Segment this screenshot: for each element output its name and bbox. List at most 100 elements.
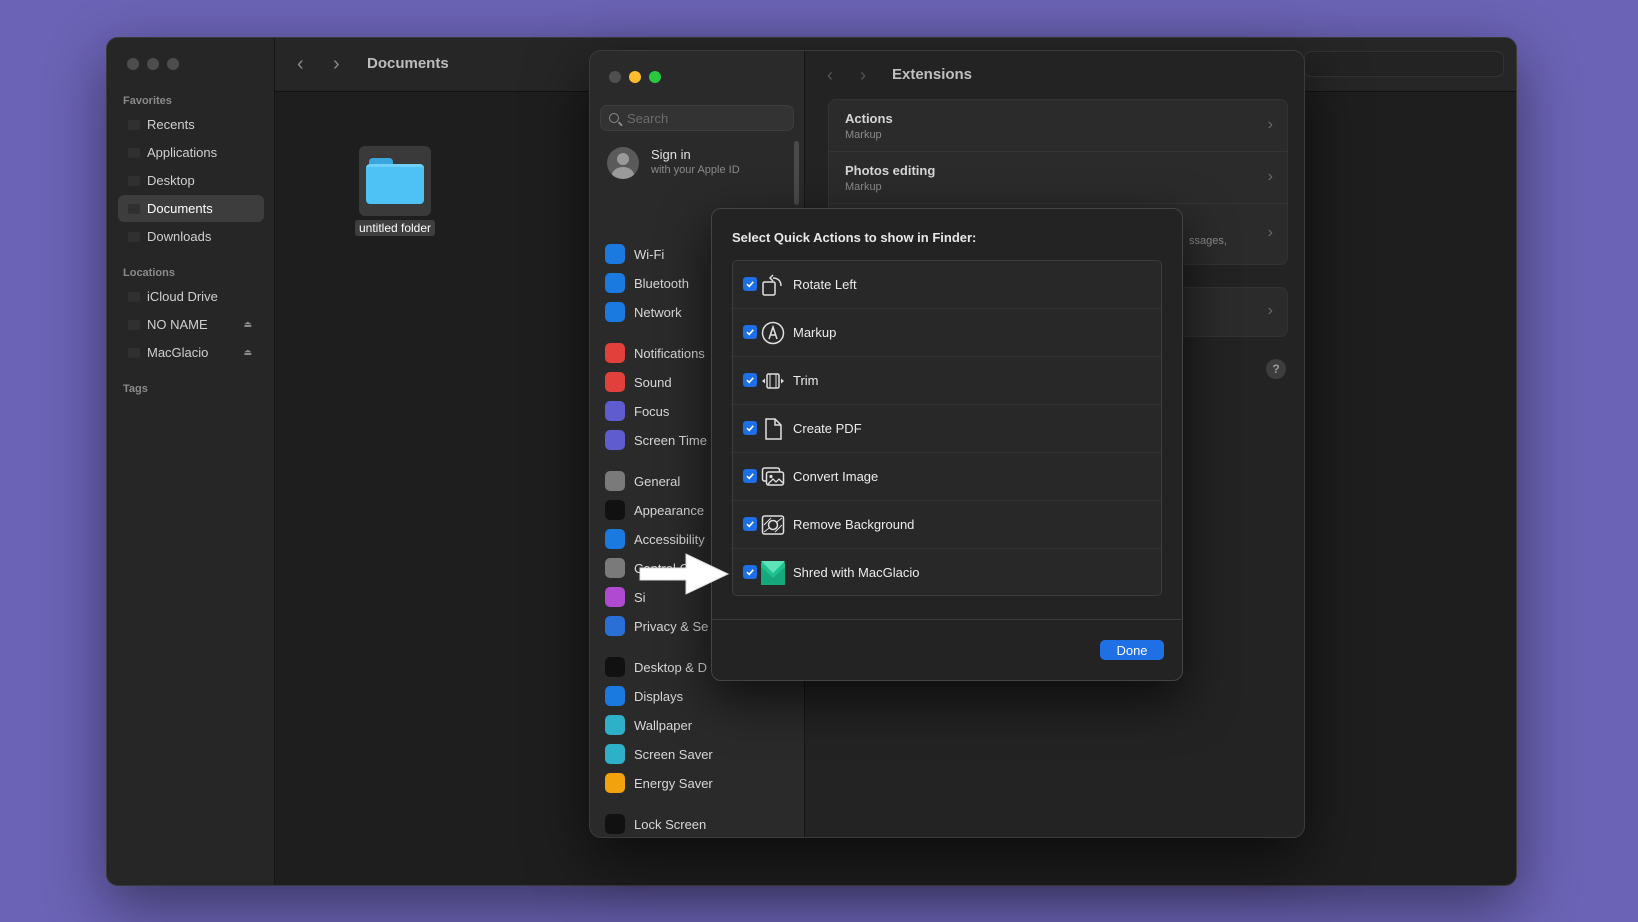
rotate-left-checkbox[interactable] — [743, 277, 757, 291]
finder-sidebar: Favorites Recents Applications Desktop D… — [107, 38, 275, 885]
applications-icon — [128, 147, 140, 158]
minimize-button[interactable] — [147, 58, 159, 70]
folder-item[interactable]: untitled folder — [351, 146, 439, 237]
signin-subtitle: with your Apple ID — [651, 164, 740, 176]
settings-search-field[interactable]: Search — [600, 105, 794, 131]
sidebar-item-screen-saver[interactable]: Screen Saver — [605, 743, 713, 765]
chevron-right-icon: › — [1267, 302, 1273, 319]
window-title: Documents — [367, 55, 449, 72]
sidebar-item-screen-time[interactable]: Screen Time — [605, 429, 707, 451]
desktop-icon — [128, 175, 140, 186]
sidebar-item-no-name[interactable]: NO NAME ⏏ — [118, 311, 264, 338]
eject-icon[interactable]: ⏏ — [243, 347, 252, 358]
trim-icon — [762, 373, 784, 389]
settings-icon — [605, 814, 625, 834]
sidebar-item-focus[interactable]: Focus — [605, 400, 669, 422]
settings-icon — [605, 715, 625, 735]
pointer-arrow-icon — [639, 553, 730, 595]
convert-image-checkbox[interactable] — [743, 469, 757, 483]
drive-icon — [128, 319, 140, 330]
sidebar-item-label: Desktop & D — [634, 659, 707, 675]
finder-search-field[interactable] — [1304, 51, 1504, 77]
sidebar-item-recents[interactable]: Recents — [118, 111, 264, 138]
remove-background-checkbox[interactable] — [743, 517, 757, 531]
sidebar-item-macglacio[interactable]: MacGlacio ⏏ — [118, 339, 264, 366]
document-icon — [128, 203, 140, 214]
rotate-left-icon — [762, 274, 782, 296]
forward-arrow-icon[interactable]: › — [860, 65, 866, 86]
sidebar-section-tags: Tags — [123, 383, 148, 395]
markup-checkbox[interactable] — [743, 325, 757, 339]
clock-icon — [128, 119, 140, 130]
sidebar-item-lock-screen[interactable]: Lock Screen — [605, 813, 706, 835]
list-item: Rotate Left — [733, 261, 1161, 309]
sidebar-item-notifications[interactable]: Notifications — [605, 342, 705, 364]
search-placeholder: Search — [627, 110, 669, 126]
markup-label: Markup — [793, 325, 837, 340]
forward-arrow-icon[interactable]: › — [333, 53, 340, 76]
sidebar-item-general[interactable]: General — [605, 470, 680, 492]
settings-icon — [605, 616, 625, 636]
shred-with-macglacio-label: Shred with MacGlacio — [793, 565, 920, 580]
close-button[interactable] — [127, 58, 139, 70]
sidebar-item-privacy-se[interactable]: Privacy & Se — [605, 615, 708, 637]
extension-row-photos-editing[interactable]: Photos editing Markup › — [829, 152, 1287, 204]
zoom-button[interactable] — [649, 71, 661, 83]
zoom-button[interactable] — [167, 58, 179, 70]
sheet-divider — [712, 619, 1182, 620]
sidebar-scrollbar[interactable] — [794, 141, 799, 205]
sidebar-item-accessibility[interactable]: Accessibility — [605, 528, 705, 550]
folder-selection — [359, 146, 431, 216]
list-item: Remove Background — [733, 501, 1161, 549]
settings-icon — [605, 500, 625, 520]
settings-icon — [605, 273, 625, 293]
list-item: Markup — [733, 309, 1161, 357]
sidebar-item-label: Privacy & Se — [634, 618, 709, 634]
sidebar-item-bluetooth[interactable]: Bluetooth — [605, 272, 689, 294]
settings-icon — [605, 401, 625, 421]
sidebar-item-documents[interactable]: Documents — [118, 195, 264, 222]
create-pdf-label: Create PDF — [793, 421, 862, 436]
sidebar-item-wi-fi[interactable]: Wi-Fi — [605, 243, 664, 265]
sidebar-item-icloud-drive[interactable]: iCloud Drive — [118, 283, 264, 310]
minimize-button[interactable] — [629, 71, 641, 83]
back-arrow-icon[interactable]: ‹ — [297, 53, 304, 76]
sidebar-section-favorites: Favorites — [123, 95, 172, 107]
cloud-icon — [128, 291, 140, 302]
trim-checkbox[interactable] — [743, 373, 757, 387]
quick-actions-sheet: Select Quick Actions to show in Finder: … — [711, 208, 1183, 681]
create-pdf-checkbox[interactable] — [743, 421, 757, 435]
settings-icon — [605, 244, 625, 264]
sidebar-item-sound[interactable]: Sound — [605, 371, 672, 393]
sidebar-item-downloads[interactable]: Downloads — [118, 223, 264, 250]
finder-window-controls — [127, 58, 179, 70]
sidebar-item-network[interactable]: Network — [605, 301, 682, 323]
avatar — [607, 147, 639, 179]
sheet-title: Select Quick Actions to show in Finder: — [732, 230, 977, 245]
sidebar-item-applications[interactable]: Applications — [118, 139, 264, 166]
sidebar-item-energy-saver[interactable]: Energy Saver — [605, 772, 713, 794]
done-button[interactable]: Done — [1100, 640, 1164, 660]
sidebar-item-label: Accessibility — [634, 531, 705, 547]
sidebar-item-label: Lock Screen — [634, 816, 707, 832]
chevron-right-icon: › — [1267, 224, 1273, 241]
search-icon — [609, 113, 619, 123]
settings-icon — [605, 657, 625, 677]
close-button[interactable] — [609, 71, 621, 83]
sidebar-item-wallpaper[interactable]: Wallpaper — [605, 714, 692, 736]
settings-icon — [605, 773, 625, 793]
sidebar-item-label: Sound — [634, 374, 672, 390]
sidebar-item-desktop-d[interactable]: Desktop & D — [605, 656, 707, 678]
folder-label: untitled folder — [354, 220, 436, 236]
shred-with-macglacio-checkbox[interactable] — [743, 565, 757, 579]
extension-row-actions[interactable]: Actions Markup › — [829, 100, 1287, 152]
sidebar-item-displays[interactable]: Displays — [605, 685, 683, 707]
sidebar-item-appearance[interactable]: Appearance — [605, 499, 704, 521]
convert-image-label: Convert Image — [793, 469, 879, 484]
sidebar-item-desktop[interactable]: Desktop — [118, 167, 264, 194]
settings-icon — [605, 587, 625, 607]
back-arrow-icon[interactable]: ‹ — [827, 65, 833, 86]
help-button[interactable]: ? — [1266, 359, 1286, 379]
eject-icon[interactable]: ⏏ — [243, 319, 252, 330]
sidebar-item-label: Notifications — [634, 345, 705, 361]
